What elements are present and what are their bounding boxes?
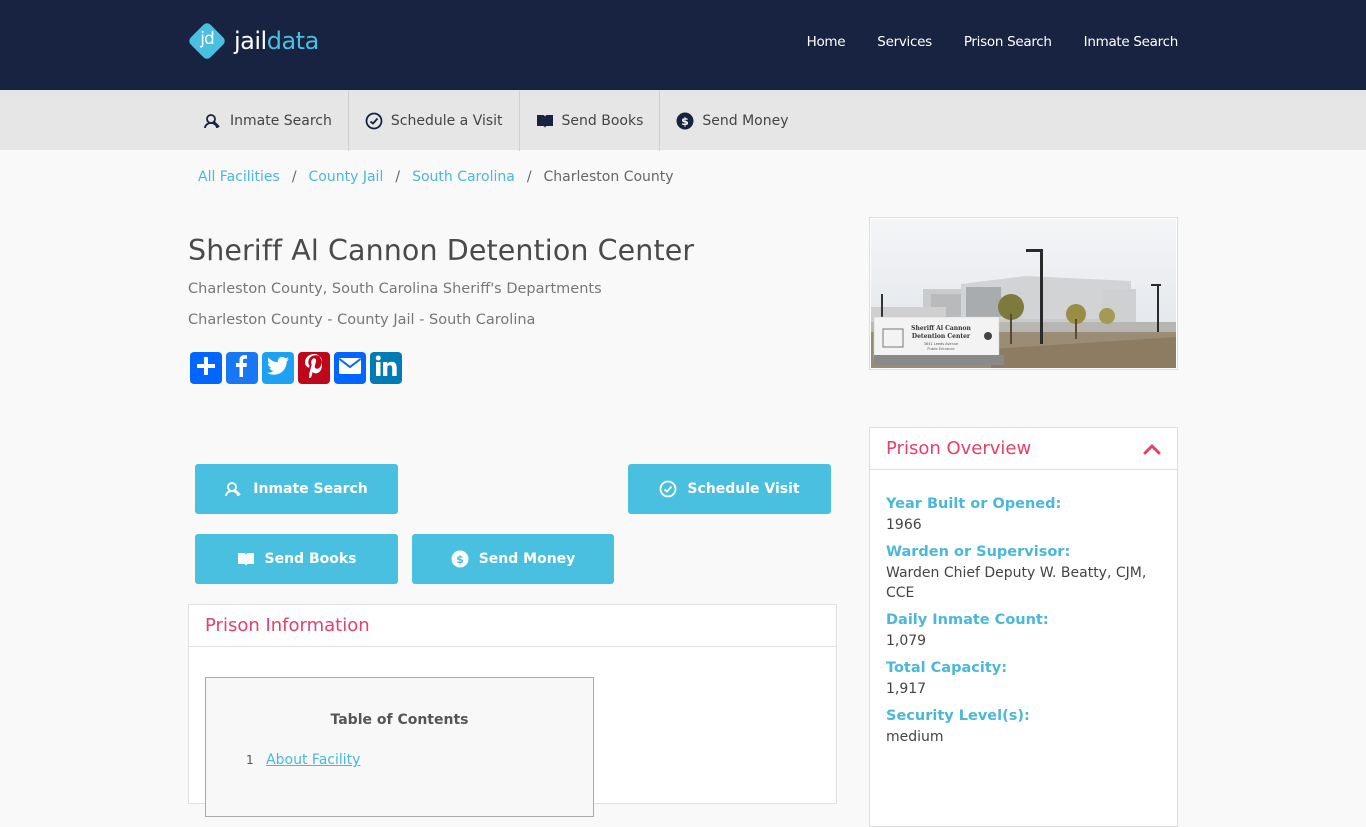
breadcrumb-separator: / — [291, 169, 297, 185]
share-buttons — [190, 352, 402, 384]
logo-icon: jd — [187, 21, 227, 61]
inmate-search-button-label: Inmate Search — [253, 481, 368, 497]
facility-category: Charleston County - County Jail - South … — [188, 312, 536, 328]
prison-overview-title: Prison Overview — [886, 438, 1032, 459]
breadcrumb: All Facilities / County Jail / South Car… — [198, 169, 674, 185]
main-nav: Home Services Prison Search Inmate Searc… — [775, 34, 1179, 50]
linkedin-icon — [375, 355, 397, 381]
inmate-search-button[interactable]: Inmate Search — [195, 464, 398, 514]
nav-home[interactable]: Home — [807, 34, 846, 50]
overview-value-daily-count: 1,079 — [886, 633, 927, 649]
overview-value-capacity: 1,917 — [886, 681, 927, 697]
breadcrumb-separator: / — [395, 169, 401, 185]
clock-icon — [365, 112, 383, 130]
nav-services[interactable]: Services — [877, 34, 932, 50]
service-schedule-visit-label: Schedule a Visit — [390, 113, 503, 129]
facility-photo: Sheriff Al Cannon Detention Center 3841 … — [869, 217, 1178, 370]
toc-item: 1 About Facility — [246, 752, 360, 768]
pinterest-share-button[interactable] — [298, 352, 330, 384]
logo[interactable]: jd jaildata — [187, 21, 319, 61]
prison-information-panel: Prison Information Table of Contents 1 A… — [188, 604, 837, 817]
schedule-visit-button[interactable]: Schedule Visit — [628, 464, 831, 514]
email-share-button[interactable] — [334, 352, 366, 384]
share-button[interactable] — [190, 352, 222, 384]
svg-text:3841 Leeds Avenue: 3841 Leeds Avenue — [924, 342, 958, 346]
svg-text:Sheriff Al Cannon: Sheriff Al Cannon — [911, 325, 971, 332]
svg-text:$: $ — [456, 553, 464, 566]
svg-text:$: $ — [682, 115, 690, 128]
inmate-search-icon — [225, 481, 243, 497]
top-header: jd jaildata Home Services Prison Search … — [0, 0, 1366, 90]
table-of-contents: Table of Contents 1 About Facility — [205, 677, 594, 817]
twitter-icon — [267, 356, 289, 380]
send-money-button-label: Send Money — [478, 551, 576, 567]
toc-item-number: 1 — [246, 753, 254, 767]
overview-label-security-level: Security Level(s): — [886, 708, 1030, 724]
send-books-button[interactable]: Send Books — [195, 534, 398, 584]
breadcrumb-south-carolina[interactable]: South Carolina — [412, 169, 515, 185]
overview-value-warden: Warden Chief Deputy W. Beatty, CJM, CCE — [886, 565, 1147, 601]
breadcrumb-current: Charleston County — [543, 169, 674, 185]
send-books-button-label: Send Books — [264, 551, 357, 567]
nav-prison-search[interactable]: Prison Search — [964, 34, 1052, 50]
service-send-books-label: Send Books — [561, 113, 644, 129]
service-send-money-label: Send Money — [702, 113, 789, 129]
pinterest-icon — [305, 354, 323, 382]
service-inmate-search[interactable]: Inmate Search — [188, 91, 349, 151]
clock-icon — [659, 480, 677, 498]
svg-text:Detention Center: Detention Center — [912, 333, 971, 340]
service-bar: Inmate Search Schedule a Visit Send Book… — [0, 90, 1366, 151]
book-icon — [237, 551, 255, 567]
twitter-share-button[interactable] — [262, 352, 294, 384]
linkedin-share-button[interactable] — [370, 352, 402, 384]
dollar-icon: $ — [676, 112, 694, 130]
overview-label-warden: Warden or Supervisor: — [886, 544, 1071, 560]
schedule-visit-button-label: Schedule Visit — [687, 481, 800, 497]
breadcrumb-county-jail[interactable]: County Jail — [309, 169, 384, 185]
facility-subtitle: Charleston County, South Carolina Sherif… — [188, 281, 602, 297]
prison-information-title: Prison Information — [205, 615, 370, 636]
inmate-search-icon — [204, 112, 222, 130]
email-icon — [338, 357, 362, 379]
page-title: Sheriff Al Cannon Detention Center — [188, 234, 695, 267]
overview-label-capacity: Total Capacity: — [886, 660, 1007, 676]
toc-link-about-facility[interactable]: About Facility — [266, 752, 360, 768]
overview-label-daily-count: Daily Inmate Count: — [886, 612, 1049, 628]
facebook-icon — [232, 355, 252, 381]
toc-title: Table of Contents — [330, 712, 469, 728]
service-inmate-search-label: Inmate Search — [230, 113, 332, 129]
prison-overview-panel: Prison Overview Year Built or Opened: 19… — [869, 427, 1178, 827]
plus-icon — [195, 355, 217, 381]
breadcrumb-separator: / — [526, 169, 532, 185]
book-icon — [536, 112, 554, 130]
dollar-icon: $ — [451, 550, 469, 568]
service-schedule-visit[interactable]: Schedule a Visit — [349, 91, 520, 151]
facebook-share-button[interactable] — [226, 352, 258, 384]
svg-text:Public Entrance: Public Entrance — [927, 347, 954, 351]
service-send-books[interactable]: Send Books — [520, 91, 661, 151]
chevron-up-icon[interactable] — [1143, 443, 1161, 455]
service-send-money[interactable]: $ Send Money — [660, 91, 804, 151]
overview-value-year-built: 1966 — [886, 517, 922, 533]
nav-inmate-search[interactable]: Inmate Search — [1084, 34, 1179, 50]
breadcrumb-all-facilities[interactable]: All Facilities — [198, 169, 280, 185]
overview-value-security-level: medium — [886, 729, 944, 745]
overview-label-year-built: Year Built or Opened: — [886, 496, 1062, 512]
logo-text: jaildata — [234, 27, 319, 55]
send-money-button[interactable]: $ Send Money — [412, 534, 614, 584]
